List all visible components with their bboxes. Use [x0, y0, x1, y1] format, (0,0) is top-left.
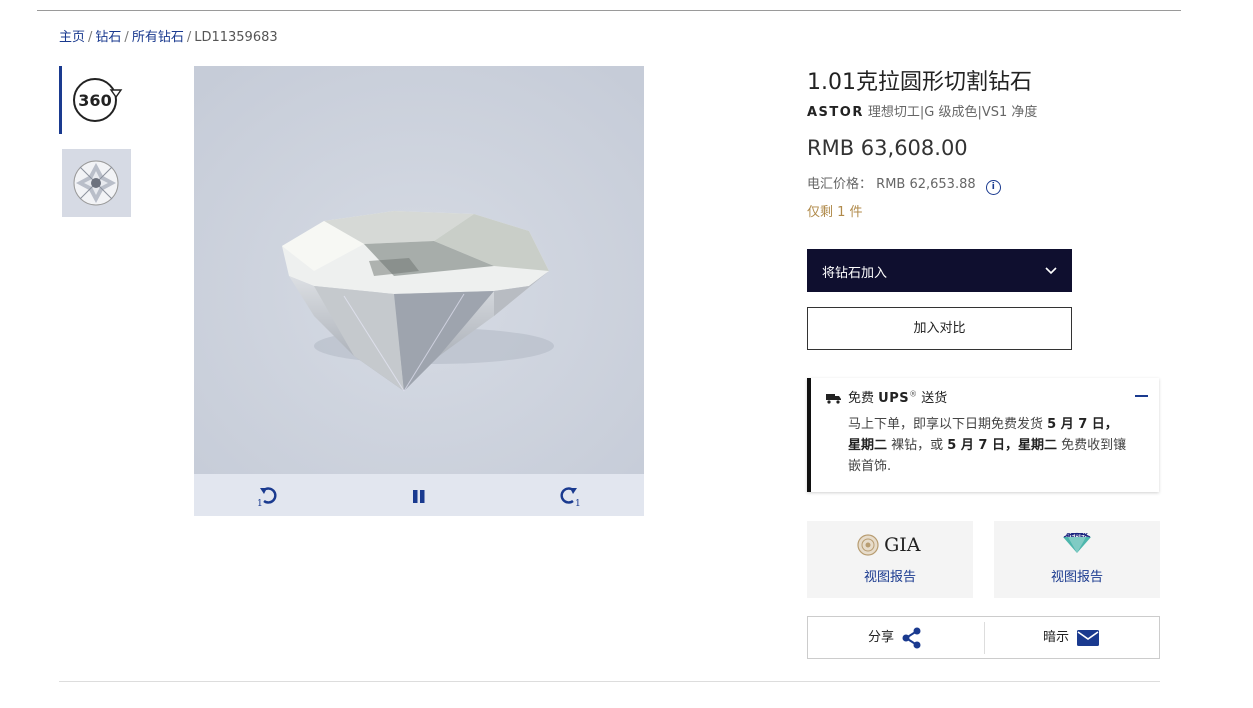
shipping-panel: 免费 UPS® 送货 马上下单，即享以下日期免费发货 5 月 7 日，星期二 裸… — [807, 378, 1159, 492]
breadcrumb-diamonds[interactable]: 钻石 — [95, 30, 121, 45]
gia-seal-icon — [857, 534, 879, 556]
gia-report-card[interactable]: GIA 视图报告 — [807, 521, 973, 598]
breadcrumb-separator: / — [186, 30, 192, 45]
thumbnail-360[interactable]: 360 — [59, 66, 131, 134]
share-label: 分享 — [868, 630, 895, 645]
share-button[interactable]: 分享 — [868, 626, 923, 649]
gia-logo: GIA — [857, 534, 921, 556]
gemex-logo: GEMEX — [1063, 532, 1091, 553]
wire-price-label: 电汇价格： — [807, 177, 873, 192]
shipping-carrier: UPS — [878, 391, 910, 406]
carrier-mark: ® — [909, 389, 918, 399]
shipping-date-setting: 5 月 7 日，星期二 — [947, 438, 1057, 453]
share-icon — [902, 627, 921, 648]
breadcrumb-separator: / — [88, 30, 93, 45]
product-subtitle: ASTOR 理想切工|G 级成色|VS1 净度 — [807, 101, 1037, 120]
brand-label: ASTOR — [807, 105, 864, 120]
gemex-report-card[interactable]: GEMEX 视图报告 — [994, 521, 1160, 598]
product-title: 1.01克拉圆形切割钻石 — [807, 70, 1032, 95]
view-report-link[interactable]: 视图报告 — [994, 566, 1160, 585]
view-report-link[interactable]: 视图报告 — [807, 566, 973, 585]
shipping-text: 裸钻，或 — [887, 438, 948, 453]
add-diamond-button[interactable]: 将钻石加入 — [807, 249, 1072, 292]
add-to-compare-button[interactable]: 加入对比 — [807, 307, 1072, 350]
thumbnail-diamond-top[interactable] — [62, 149, 131, 217]
top-divider — [37, 10, 1181, 11]
hint-label: 暗示 — [1043, 630, 1070, 645]
thumbnail-360-label: 360 — [78, 91, 111, 110]
wire-price: 电汇价格： RMB 62,653.88 i — [807, 173, 1001, 195]
shipping-title-prefix: 免费 — [848, 391, 875, 406]
hint-button[interactable]: 暗示 — [1043, 626, 1100, 647]
shipping-header: 免费 UPS® 送货 — [826, 387, 947, 408]
shipping-details: 马上下单，即享以下日期免费发货 5 月 7 日，星期二 裸钻，或 5 月 7 日… — [848, 414, 1128, 477]
shipping-text: 马上下单，即享以下日期免费发货 — [848, 417, 1048, 432]
pause-button[interactable] — [404, 482, 434, 508]
diamond-side-image — [194, 66, 644, 474]
gia-logo-text: GIA — [884, 534, 921, 556]
chevron-down-icon — [1045, 267, 1057, 275]
bottom-divider — [59, 681, 1160, 682]
breadcrumb-home[interactable]: 主页 — [59, 30, 85, 45]
truck-icon — [826, 392, 842, 408]
rotate-left-button[interactable]: 1 — [254, 482, 284, 509]
rotate-right-button[interactable]: 1 — [554, 482, 584, 509]
product-specs: 理想切工|G 级成色|VS1 净度 — [867, 105, 1038, 120]
rotate-360-icon: 360 — [73, 78, 123, 122]
pause-icon — [413, 490, 425, 503]
breadcrumb: 主页 / 钻石 / 所有钻石 / LD11359683 — [59, 26, 278, 45]
diamond-360-viewer[interactable] — [194, 66, 644, 474]
share-bar: 分享 暗示 — [807, 616, 1160, 659]
shipping-title-suffix: 送货 — [921, 391, 948, 406]
product-price: RMB 63,608.00 — [807, 136, 968, 160]
svg-text:1: 1 — [575, 499, 581, 508]
share-divider — [984, 622, 985, 654]
viewer-controls: 1 1 — [194, 474, 644, 516]
breadcrumb-current: LD11359683 — [194, 30, 278, 45]
stock-notice: 仅剩 1 件 — [807, 205, 863, 220]
breadcrumb-all-diamonds[interactable]: 所有钻石 — [132, 30, 184, 45]
add-diamond-label: 将钻石加入 — [822, 266, 888, 281]
rotate-right-icon: 1 — [560, 487, 581, 509]
rotate-left-icon: 1 — [257, 487, 277, 509]
collapse-icon[interactable] — [1135, 395, 1148, 397]
breadcrumb-separator: / — [124, 30, 129, 45]
gemex-logo-text: GEMEX — [1066, 533, 1089, 539]
diamond-top-image — [73, 160, 119, 206]
envelope-icon — [1077, 629, 1100, 646]
svg-text:1: 1 — [257, 499, 263, 508]
info-icon[interactable]: i — [985, 180, 1001, 195]
wire-price-value: RMB 62,653.88 — [876, 177, 976, 192]
